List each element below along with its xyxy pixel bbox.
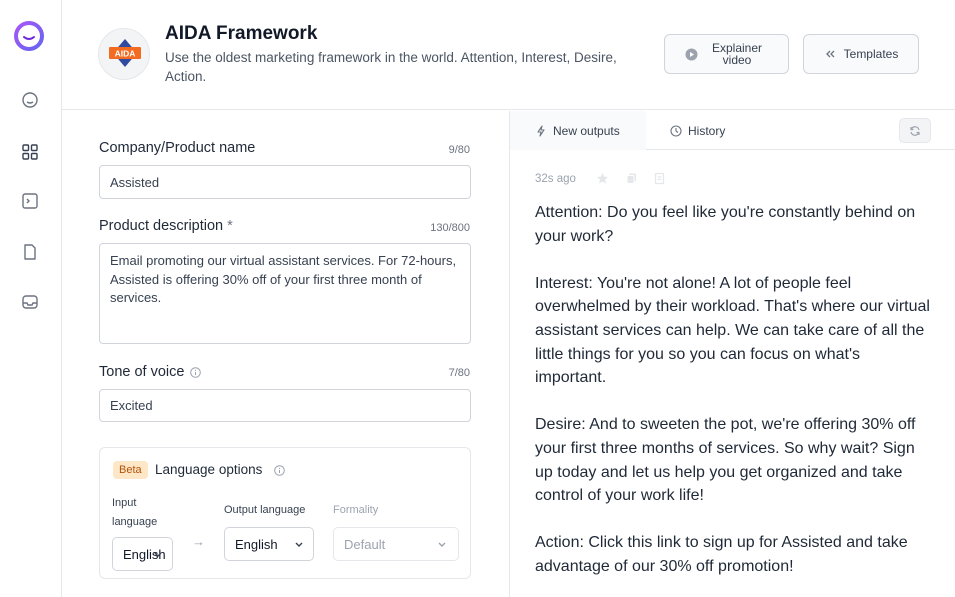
page-title: AIDA Framework [165,23,318,44]
copy-icon[interactable] [625,172,638,185]
formality-value: Default [344,536,386,552]
aida-template-icon: AIDA [98,28,150,80]
output-timestamp: 32s ago [535,173,576,185]
sidebar [0,0,62,597]
required-marker: * [227,218,233,234]
company-name-count: 9/80 [448,144,470,156]
home-icon[interactable] [21,91,39,109]
tone-of-voice-value: Excited [110,398,153,413]
chevron-down-icon [154,552,162,557]
input-language-select[interactable]: English [112,537,173,571]
company-name-value: Assisted [110,174,160,190]
terminal-icon[interactable] [21,192,39,210]
play-icon [685,48,698,60]
company-name-input[interactable]: Assisted [99,165,471,199]
arrow-right-icon: → [192,534,205,549]
output-language-label: Output language [224,504,306,516]
input-language-label: Input language [112,497,158,528]
output-language-value: English [235,536,278,552]
language-options-panel: Beta Language options Input language Eng… [99,447,471,579]
company-name-label: Company/Product name [99,140,256,156]
refresh-button[interactable] [899,118,931,143]
tab-history[interactable]: History [670,111,725,150]
language-options-title: Language options [155,462,263,477]
output-tabs: New outputs History [510,111,955,150]
templates-grid-icon[interactable] [21,143,39,161]
product-description-count: 130/800 [430,222,470,234]
tab-history-label: History [688,123,726,138]
info-icon[interactable] [274,465,285,476]
chevron-down-icon [295,542,303,547]
product-description-value: Email promoting our virtual assistant se… [110,253,457,305]
clock-icon [670,124,682,137]
lightning-icon [537,124,545,137]
output-panel: New outputs History 32s ago Attention: D… [510,111,955,597]
inbox-icon[interactable] [21,293,39,311]
jasper-logo-icon[interactable] [13,20,45,52]
document-icon[interactable] [21,243,39,261]
page-description: Use the oldest marketing framework in th… [165,50,617,84]
explainer-video-button[interactable]: Explainer video [664,34,789,74]
product-description-textarea[interactable]: Email promoting our virtual assistant se… [99,243,471,344]
aida-logo-text: AIDA [115,49,136,59]
chevrons-left-icon [825,50,835,58]
tab-new-outputs-label: New outputs [553,123,620,138]
tone-of-voice-count: 7/80 [448,367,470,379]
output-language-select[interactable]: English [224,527,314,561]
explainer-video-label: Explainer video [711,41,763,67]
refresh-icon [910,125,920,136]
chevron-down-icon [438,542,446,547]
info-icon[interactable] [190,366,202,378]
template-header: AIDA AIDA Framework Use the oldest marke… [62,0,955,110]
tone-of-voice-input[interactable]: Excited [99,389,471,422]
formality-label: Formality [333,504,379,516]
templates-label: Templates [843,47,899,61]
tone-of-voice-label: Tone of voice [99,364,202,380]
input-form-panel: Company/Product name 9/80 Assisted Produ… [62,111,510,597]
beta-badge: Beta [113,461,148,479]
generated-output-text: Attention: Do you feel like you're const… [535,204,930,575]
star-icon[interactable] [596,172,609,185]
product-description-label: Product description * [99,218,233,234]
templates-button[interactable]: Templates [803,34,919,74]
formality-select[interactable]: Default [333,527,459,561]
aida-logo-icon: AIDA [109,39,141,67]
clipboard-icon[interactable] [653,172,666,185]
tab-new-outputs[interactable]: New outputs [510,111,646,150]
